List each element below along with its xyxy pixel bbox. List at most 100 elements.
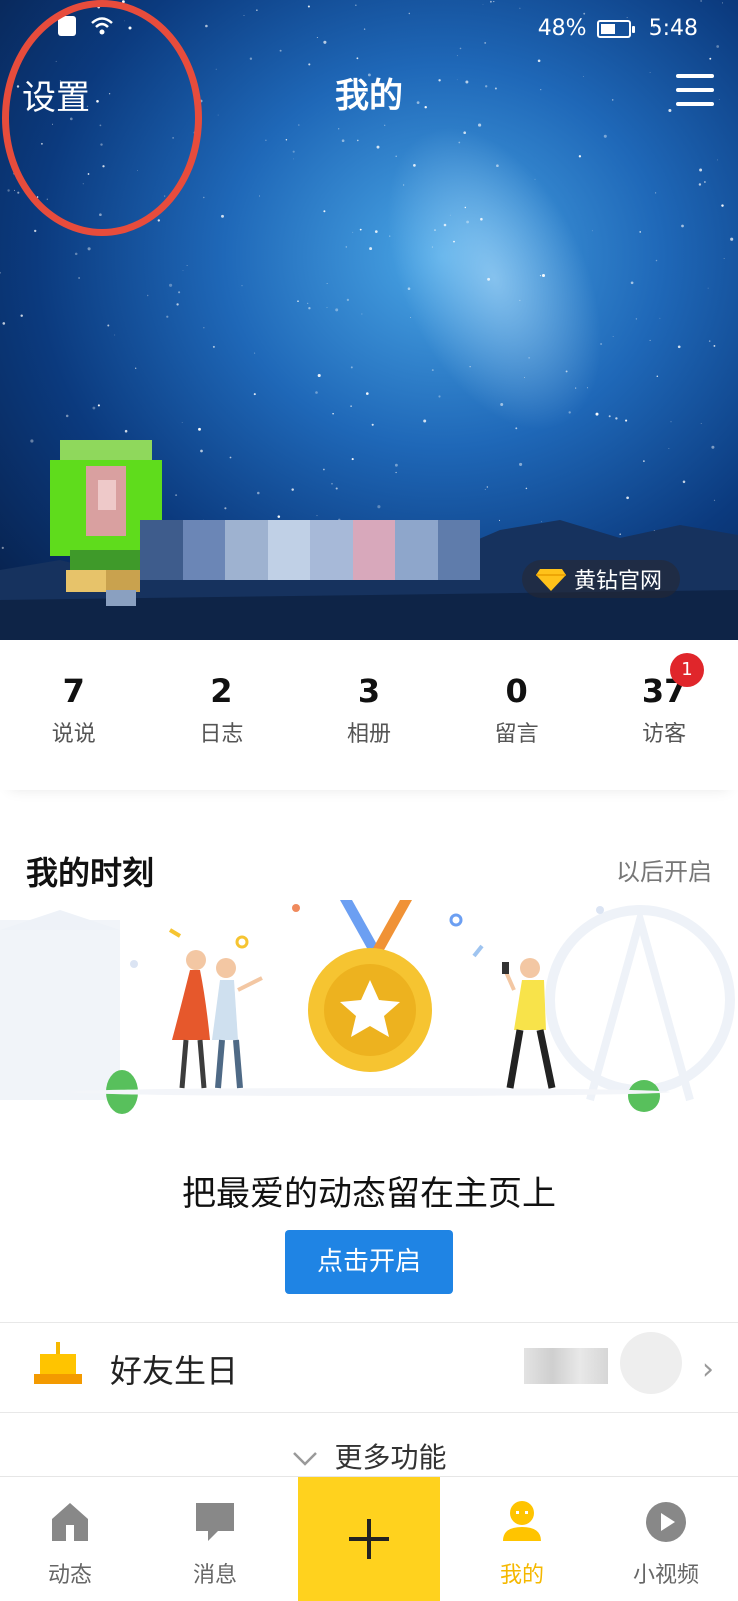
star xyxy=(229,456,232,459)
star xyxy=(615,417,618,420)
star xyxy=(374,230,378,233)
star xyxy=(524,377,525,378)
star xyxy=(453,240,455,243)
star xyxy=(403,184,405,186)
clock: 5:48 xyxy=(648,16,698,41)
star xyxy=(519,299,521,301)
star xyxy=(365,392,369,395)
star xyxy=(575,387,577,389)
more-functions-button[interactable]: 更多功能 xyxy=(0,1436,738,1476)
star xyxy=(351,458,354,461)
star xyxy=(635,318,638,320)
star xyxy=(534,178,536,180)
star xyxy=(323,210,326,213)
person-icon xyxy=(503,1501,541,1541)
star xyxy=(20,314,23,317)
star xyxy=(254,352,256,354)
notification-badge: 1 xyxy=(669,653,704,687)
stat-messages[interactable]: 0 留言 xyxy=(443,640,591,790)
stat-value: 3 xyxy=(357,672,381,710)
house-icon xyxy=(52,1503,88,1541)
tab-feed[interactable]: 动态 xyxy=(0,1477,140,1601)
stat-label: 相册 xyxy=(346,722,391,747)
tab-me[interactable]: 我的 xyxy=(452,1477,592,1601)
stat-blogs[interactable]: 2 日志 xyxy=(148,640,296,790)
enable-later-link[interactable]: 以后开启 xyxy=(616,852,712,887)
tab-label: 我的 xyxy=(499,1563,544,1588)
stats-row: 7 说说 2 日志 3 相册 0 留言 1 37 访客 xyxy=(0,640,738,790)
star xyxy=(565,370,568,373)
star xyxy=(431,369,434,372)
star xyxy=(346,298,350,302)
star xyxy=(586,387,588,389)
star xyxy=(525,487,528,490)
enable-button[interactable]: 点击开启 xyxy=(285,1230,453,1294)
star xyxy=(359,228,362,231)
star xyxy=(698,183,702,186)
hamburger-menu-icon[interactable] xyxy=(676,74,714,106)
star xyxy=(371,423,374,426)
stat-value: 2 xyxy=(210,672,233,710)
star xyxy=(352,231,354,233)
chevron-right-icon: › xyxy=(702,1352,714,1387)
stat-visitors[interactable]: 1 37 访客 xyxy=(590,640,738,790)
star xyxy=(114,334,116,336)
stat-posts[interactable]: 7 说说 xyxy=(0,640,148,790)
star xyxy=(265,139,267,141)
tab-label: 动态 xyxy=(47,1563,92,1588)
star xyxy=(681,224,684,228)
star xyxy=(528,357,530,359)
star xyxy=(157,219,160,222)
star xyxy=(345,246,348,248)
star xyxy=(178,291,181,294)
publish-button[interactable] xyxy=(298,1477,440,1601)
star xyxy=(369,247,373,251)
star xyxy=(203,327,205,329)
star xyxy=(146,294,149,297)
star xyxy=(297,300,299,302)
star xyxy=(395,463,398,467)
star xyxy=(458,141,461,144)
star xyxy=(97,404,100,407)
star xyxy=(92,406,96,410)
star xyxy=(423,419,427,423)
star xyxy=(335,308,339,312)
star xyxy=(34,229,37,233)
star xyxy=(307,302,309,305)
star xyxy=(182,270,184,271)
vip-official-button[interactable]: 黄钻官网 xyxy=(521,560,680,598)
friend-avatar xyxy=(620,1332,682,1394)
star xyxy=(711,445,715,449)
star xyxy=(480,217,483,221)
star xyxy=(449,214,451,216)
tab-short-video[interactable]: 小视频 xyxy=(596,1477,736,1601)
vip-label: 黄钻官网 xyxy=(573,569,662,594)
star xyxy=(186,265,188,266)
bottom-tab-bar: 动态 消息 我的 小视频 xyxy=(0,1476,738,1601)
star xyxy=(200,449,203,453)
star xyxy=(486,486,488,488)
play-icon xyxy=(646,1502,686,1542)
star xyxy=(376,145,380,149)
star xyxy=(612,336,614,337)
star xyxy=(326,307,328,309)
stat-value: 0 xyxy=(505,672,528,710)
tab-messages[interactable]: 消息 xyxy=(145,1477,285,1601)
star xyxy=(332,413,334,415)
section-title: 我的时刻 xyxy=(26,854,155,892)
star xyxy=(331,482,333,485)
star xyxy=(221,214,224,218)
birthday-label: 好友生日 xyxy=(110,1352,239,1390)
star xyxy=(699,168,703,172)
star xyxy=(326,283,328,284)
star xyxy=(655,259,658,262)
star xyxy=(643,460,645,462)
profile-cover[interactable]: 48% 5:48 设置 我的 黄钻官网 xyxy=(0,0,738,640)
star xyxy=(384,124,386,126)
friend-birthday-row[interactable]: 好友生日 › xyxy=(0,1322,738,1412)
star xyxy=(17,191,20,194)
star xyxy=(443,223,447,227)
stat-albums[interactable]: 3 相册 xyxy=(295,640,443,790)
star xyxy=(285,139,288,141)
star xyxy=(176,303,179,306)
